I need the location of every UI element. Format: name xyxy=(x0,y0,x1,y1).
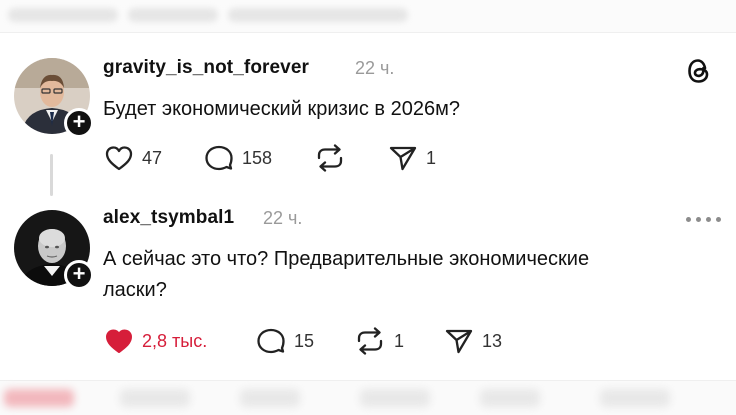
blurred-next-post xyxy=(0,380,736,415)
heart-icon xyxy=(106,329,132,353)
repost-count: 1 xyxy=(394,330,405,351)
more-icon[interactable] xyxy=(686,217,721,222)
repost-button[interactable]: 1 xyxy=(354,327,404,355)
post-username[interactable]: alex_tsymbal1 xyxy=(103,207,234,229)
share-count: 13 xyxy=(482,330,503,351)
comment-icon xyxy=(257,328,285,354)
post-time: 22 ч. xyxy=(263,208,303,228)
like-count: 2,8 тыс. xyxy=(142,330,208,351)
follow-plus-icon[interactable]: + xyxy=(64,260,94,290)
reply-button[interactable]: 15 xyxy=(256,327,314,355)
repost-icon xyxy=(357,327,383,355)
post-text-line-2: ласки? xyxy=(103,279,167,301)
share-icon xyxy=(445,329,473,354)
share-button[interactable]: 13 xyxy=(444,327,502,355)
like-button[interactable]: 2,8 тыс. xyxy=(104,327,207,355)
post-alex: + alex_tsymbal1 22 ч. А сейчас это что? … xyxy=(0,0,736,380)
reply-count: 15 xyxy=(294,330,315,351)
post-text-line-1: А сейчас это что? Предварительные эконом… xyxy=(103,248,590,270)
